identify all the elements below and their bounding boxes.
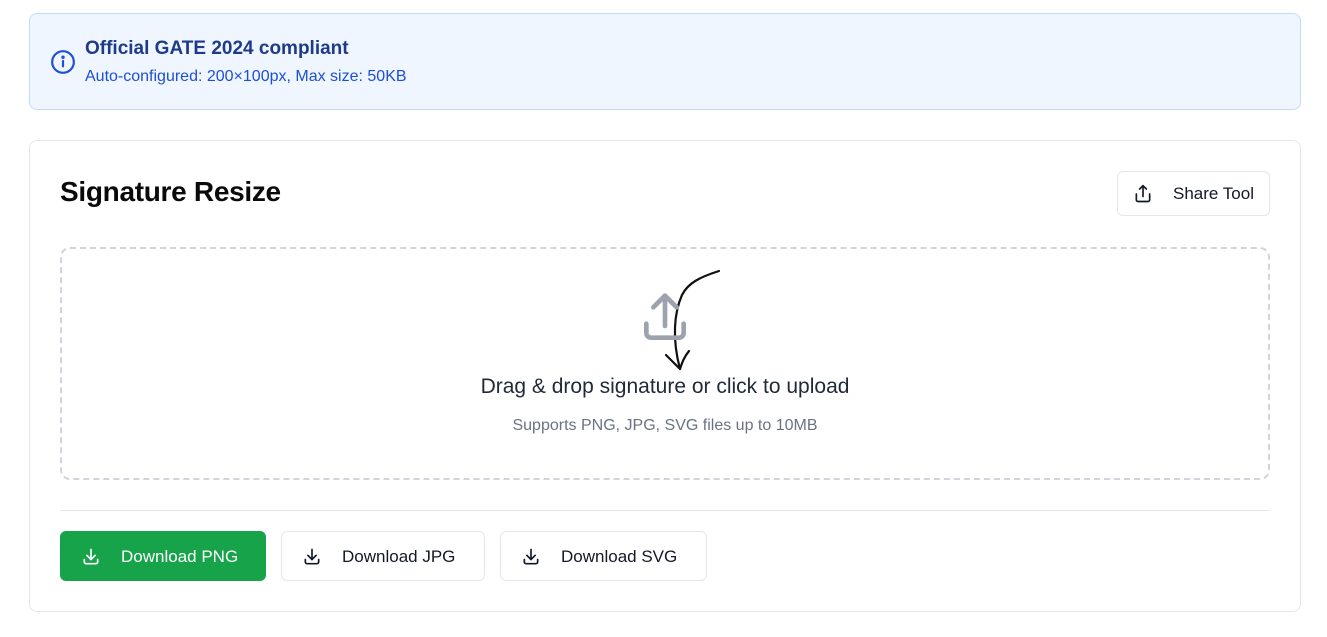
download-icon [83,548,99,565]
page-title: Signature Resize [60,176,281,207]
download-icon [304,548,320,565]
download-png-label: Download PNG [121,547,239,566]
download-icon [523,548,539,565]
info-icon [51,50,75,74]
share-tool-label: Share Tool [1173,184,1254,203]
share-icon [1135,184,1151,203]
share-tool-button[interactable]: Share Tool [1117,171,1270,216]
notice-subtitle: Auto-configured: 200×100px, Max size: 50… [85,68,407,85]
compliance-notice: Official GATE 2024 compliant Auto-config… [29,13,1301,110]
dropzone-title: Drag & drop signature or click to upload [480,375,850,398]
download-jpg-label: Download JPG [342,547,456,566]
download-jpg-button[interactable]: Download JPG [281,531,485,581]
notice-title: Official GATE 2024 compliant [85,38,349,59]
upload-dropzone[interactable]: Drag & drop signature or click to upload… [60,247,1270,480]
download-svg-button[interactable]: Download SVG [500,531,707,581]
download-png-button[interactable]: Download PNG [60,531,266,581]
signature-resize-card: Signature Resize Share Tool Drag & drop … [29,140,1301,612]
upload-icon [644,293,686,340]
download-svg-label: Download SVG [561,547,678,566]
divider [60,510,1270,511]
dropzone-subtitle: Supports PNG, JPG, SVG files up to 10MB [512,417,818,434]
